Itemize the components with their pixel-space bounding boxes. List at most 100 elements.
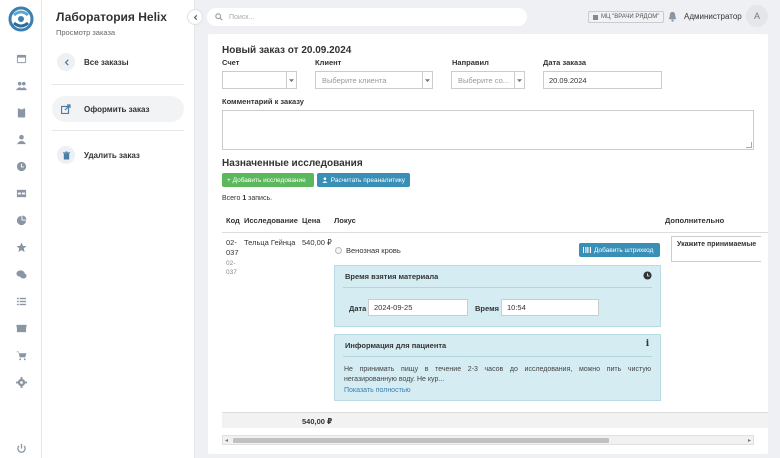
scroll-left-icon[interactable]: ◂ xyxy=(225,437,228,444)
referrer-placeholder: Выберите со... xyxy=(458,75,509,85)
trash-icon xyxy=(57,146,75,164)
table-header-divider xyxy=(222,232,768,233)
delete-order-button[interactable]: Удалить заказ xyxy=(52,142,184,168)
row-locus: Венозная кровь xyxy=(346,246,401,255)
pie-chart-icon[interactable] xyxy=(13,212,29,228)
back-label: Все заказы xyxy=(84,57,129,67)
star-icon[interactable] xyxy=(13,239,29,255)
chevron-left-icon xyxy=(57,53,75,71)
sample-date-label: Дата xyxy=(349,304,367,313)
clipboard-icon[interactable] xyxy=(13,104,29,120)
divider xyxy=(52,130,184,131)
calculate-preanalytics-button[interactable]: Расчитать преаналитику xyxy=(317,173,410,187)
row-code-sub: 037 xyxy=(226,269,237,276)
scroll-right-icon[interactable]: ▸ xyxy=(748,437,751,444)
row-study: Тельца Гейнца xyxy=(244,238,296,247)
order-sidebar: Лаборатория Helix Просмотр заказа Все за… xyxy=(42,0,195,458)
chevron-down-icon xyxy=(422,72,432,88)
table-icon[interactable] xyxy=(13,185,29,201)
divider xyxy=(343,287,652,288)
user-name[interactable]: Администратор xyxy=(684,12,742,21)
column-header-study[interactable]: Исследование xyxy=(244,216,298,225)
resize-handle-icon[interactable] xyxy=(746,142,752,148)
chevron-left-icon xyxy=(193,14,197,20)
preanalytics-label: Расчитать преаналитику xyxy=(330,176,405,184)
search-icon xyxy=(215,13,223,21)
org-label: МЦ "ВРАЧИ РЯДОМ" xyxy=(601,14,660,20)
box-icon[interactable] xyxy=(13,320,29,336)
referrer-select[interactable]: Выберите со... xyxy=(451,71,525,89)
bell-icon[interactable] xyxy=(667,11,678,22)
row-code-sub: 02- xyxy=(226,260,236,267)
studies-section-title: Назначенные исследования xyxy=(222,158,363,169)
barcode-label: Добавить штрихкод xyxy=(594,246,654,254)
gear-icon[interactable] xyxy=(13,374,29,390)
organization-badge[interactable]: МЦ "ВРАЧИ РЯДОМ" xyxy=(588,11,665,23)
locus-expand-icon[interactable] xyxy=(335,247,342,254)
chat-icon[interactable] xyxy=(13,266,29,282)
users-icon[interactable] xyxy=(13,77,29,93)
user-icon[interactable] xyxy=(13,131,29,147)
patient-info-panel: Информация для пациента i Не принимать п… xyxy=(334,334,661,401)
back-to-orders-button[interactable]: Все заказы xyxy=(52,49,184,75)
horizontal-scrollbar[interactable]: ◂ ▸ xyxy=(222,435,754,445)
total-price: 540,00 ₽ xyxy=(302,417,333,426)
info-icon: i xyxy=(645,339,650,349)
sample-time-panel: Время взятия материала Дата 2024-09-25 В… xyxy=(334,265,661,327)
search-bar xyxy=(207,8,527,26)
row-price: 540,00 ₽ xyxy=(302,238,332,247)
avatar[interactable]: А xyxy=(746,5,768,27)
comment-textarea[interactable] xyxy=(222,110,754,150)
power-icon[interactable] xyxy=(13,440,29,456)
sample-date-field[interactable]: 2024-09-25 xyxy=(368,299,468,316)
order-date-label: Дата заказа xyxy=(543,58,587,67)
barcode-icon xyxy=(583,247,591,253)
submit-label: Оформить заказ xyxy=(84,104,150,114)
column-header-extra[interactable]: Дополнительно xyxy=(665,216,724,225)
submit-order-button[interactable]: Оформить заказ xyxy=(52,96,184,122)
records-count: Всего 1 запись. xyxy=(222,195,273,202)
column-header-code[interactable]: Код xyxy=(226,216,240,225)
show-full-link[interactable]: Показать полностью xyxy=(344,387,411,394)
referrer-label: Направил xyxy=(452,58,489,67)
order-title: Новый заказ от 20.09.2024 xyxy=(222,45,352,56)
patient-info-title: Информация для пациента xyxy=(345,341,447,350)
client-placeholder: Выберите клиента xyxy=(322,75,387,85)
extra-info-field[interactable]: Укажите принимаемые xyxy=(671,236,761,262)
order-date-field[interactable]: 20.09.2024 xyxy=(543,71,662,89)
chevron-down-icon xyxy=(514,72,524,88)
column-header-locus[interactable]: Локус xyxy=(334,216,356,225)
share-box-icon xyxy=(57,100,75,118)
delete-label: Удалить заказ xyxy=(84,150,140,160)
calendar-icon[interactable] xyxy=(13,50,29,66)
scrollbar-thumb[interactable] xyxy=(233,438,609,443)
account-select[interactable] xyxy=(222,71,297,89)
client-select[interactable]: Выберите клиента xyxy=(315,71,433,89)
patient-info-text: Не принимать пищу в течение 2-3 часов до… xyxy=(344,366,651,383)
clock-icon xyxy=(643,271,652,280)
helix-logo-icon[interactable] xyxy=(8,6,34,32)
client-label: Клиент xyxy=(315,58,342,67)
search-input[interactable] xyxy=(229,13,519,21)
page-subtitle: Просмотр заказа xyxy=(56,28,116,37)
add-barcode-button[interactable]: Добавить штрихкод xyxy=(579,243,660,257)
account-label: Счет xyxy=(222,58,240,67)
cart-icon[interactable] xyxy=(13,347,29,363)
table-footer: 540,00 ₽ xyxy=(222,412,768,428)
add-study-button[interactable]: + Добавить исследование xyxy=(222,173,314,187)
icon-rail xyxy=(0,0,42,458)
chevron-down-icon xyxy=(286,72,296,88)
sample-time-label: Время xyxy=(475,304,499,313)
user-icon xyxy=(322,177,328,183)
order-card: Новый заказ от 20.09.2024 Счет Клиент Вы… xyxy=(208,34,768,454)
column-header-price[interactable]: Цена xyxy=(302,216,320,225)
divider xyxy=(52,84,184,85)
sample-time-field[interactable]: 10:54 xyxy=(501,299,599,316)
app-title: Лаборатория Helix xyxy=(56,10,167,24)
clock-icon[interactable] xyxy=(13,158,29,174)
divider xyxy=(343,356,652,357)
collapse-sidebar-button[interactable] xyxy=(187,9,203,25)
row-code: 02- xyxy=(226,238,237,247)
comment-label: Комментарий к заказу xyxy=(222,97,304,106)
list-icon[interactable] xyxy=(13,293,29,309)
